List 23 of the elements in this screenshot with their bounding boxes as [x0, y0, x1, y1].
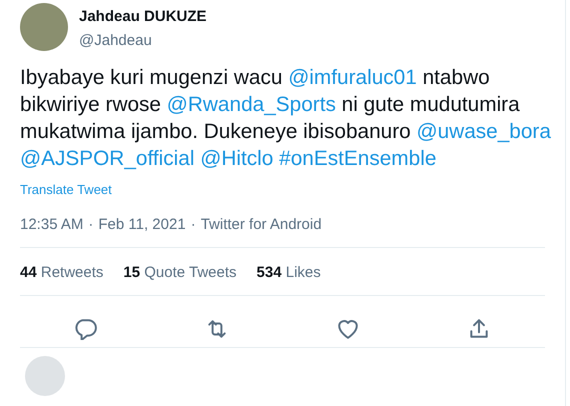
separator-dot: · — [88, 216, 94, 233]
mention-link[interactable]: @uwase_bora — [416, 120, 551, 143]
stat-link[interactable]: 44 Retweets — [20, 264, 104, 281]
retweet-icon[interactable] — [206, 318, 228, 340]
tweet-text: Ibyabaye kuri mugenzi wacu @imfuraluc01 ntabwo bikwiriye rwose @Rwanda_Sports ni gute mudutumira mukatwima ijambo. Dukeneye ibisobanuro @uwase_bora @AJSPOR_official @Hitclo #onEstEnsemble — [20, 65, 552, 172]
author-name[interactable]: Jahdeau DUKUZE — [79, 7, 207, 27]
share-icon[interactable] — [468, 318, 490, 340]
tweet-date[interactable]: Feb 11, 2021 — [98, 216, 186, 233]
separator-dot: · — [190, 216, 196, 233]
author-handle[interactable]: @Jahdeau — [79, 31, 207, 51]
translate-link[interactable]: Translate Tweet — [20, 182, 112, 197]
tweet-time[interactable]: 12:35 AM — [20, 216, 84, 233]
tweet-source[interactable]: Twitter for Android — [200, 216, 322, 233]
mention-link[interactable]: @AJSPOR_official — [20, 147, 194, 170]
mention-link[interactable]: @Hitclo — [200, 147, 274, 170]
mention-link[interactable]: @Rwanda_Sports — [166, 93, 336, 116]
stat-link[interactable]: 15 Quote Tweets — [123, 264, 237, 281]
mention-link[interactable]: @imfuraluc01 — [288, 66, 417, 89]
stat-link[interactable]: 534 Likes — [256, 264, 321, 281]
avatar-placeholder[interactable] — [20, 3, 68, 51]
speech-bubble-icon[interactable] — [74, 318, 97, 340]
mention-link[interactable]: #onEstEnsemble — [279, 147, 436, 170]
heart-icon[interactable] — [337, 318, 360, 340]
